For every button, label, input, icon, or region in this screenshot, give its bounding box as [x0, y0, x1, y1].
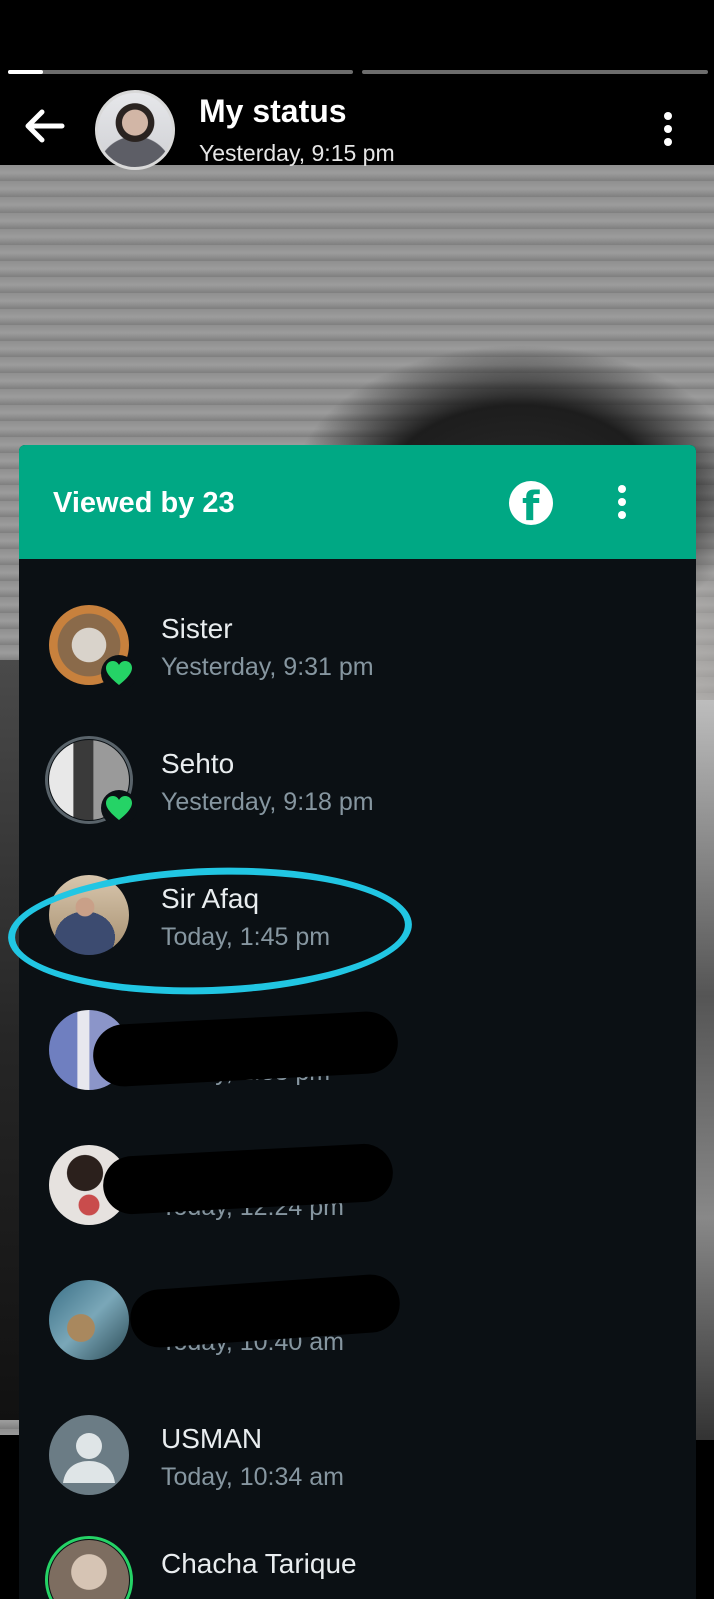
viewer-avatar: [49, 1280, 129, 1360]
status-top-bar: My status Yesterday, 9:15 pm: [0, 0, 714, 170]
sheet-more-options-icon[interactable]: [610, 483, 634, 523]
status-photo-edge-left: [0, 660, 20, 1420]
default-avatar-icon: [49, 1415, 129, 1495]
viewer-time: Yesterday, 9:18 pm: [161, 788, 374, 816]
progress-segment-1: [8, 70, 353, 74]
viewer-row[interactable]: Sister Yesterday, 9:31 pm: [19, 585, 696, 705]
viewer-row[interactable]: USMAN Today, 10:34 am: [19, 1395, 696, 1515]
back-arrow-icon[interactable]: [22, 106, 72, 150]
viewer-name: Sister: [161, 613, 233, 644]
progress-fill-1: [8, 70, 43, 74]
status-timestamp: Yesterday, 9:15 pm: [199, 140, 395, 166]
heart-icon: [101, 790, 137, 826]
viewed-by-count: Viewed by 23: [53, 487, 235, 519]
more-options-icon[interactable]: [656, 110, 680, 150]
viewer-name: Sehto: [161, 748, 235, 779]
heart-icon: [101, 655, 137, 691]
viewer-row[interactable]: Chacha Tarique: [19, 1520, 696, 1599]
viewer-name: USMAN: [161, 1423, 263, 1454]
facebook-icon[interactable]: f: [509, 481, 553, 530]
status-title: My status: [199, 93, 347, 129]
viewer-time: Today, 10:34 am: [161, 1463, 344, 1491]
viewed-by-header: Viewed by 23 f: [19, 445, 696, 559]
viewer-time: Yesterday, 9:31 pm: [161, 653, 374, 681]
progress-segment-2: [362, 70, 708, 74]
viewer-name: Chacha Tarique: [161, 1548, 357, 1579]
viewer-row[interactable]: Sehto Yesterday, 9:18 pm: [19, 720, 696, 840]
my-avatar[interactable]: [95, 90, 175, 170]
